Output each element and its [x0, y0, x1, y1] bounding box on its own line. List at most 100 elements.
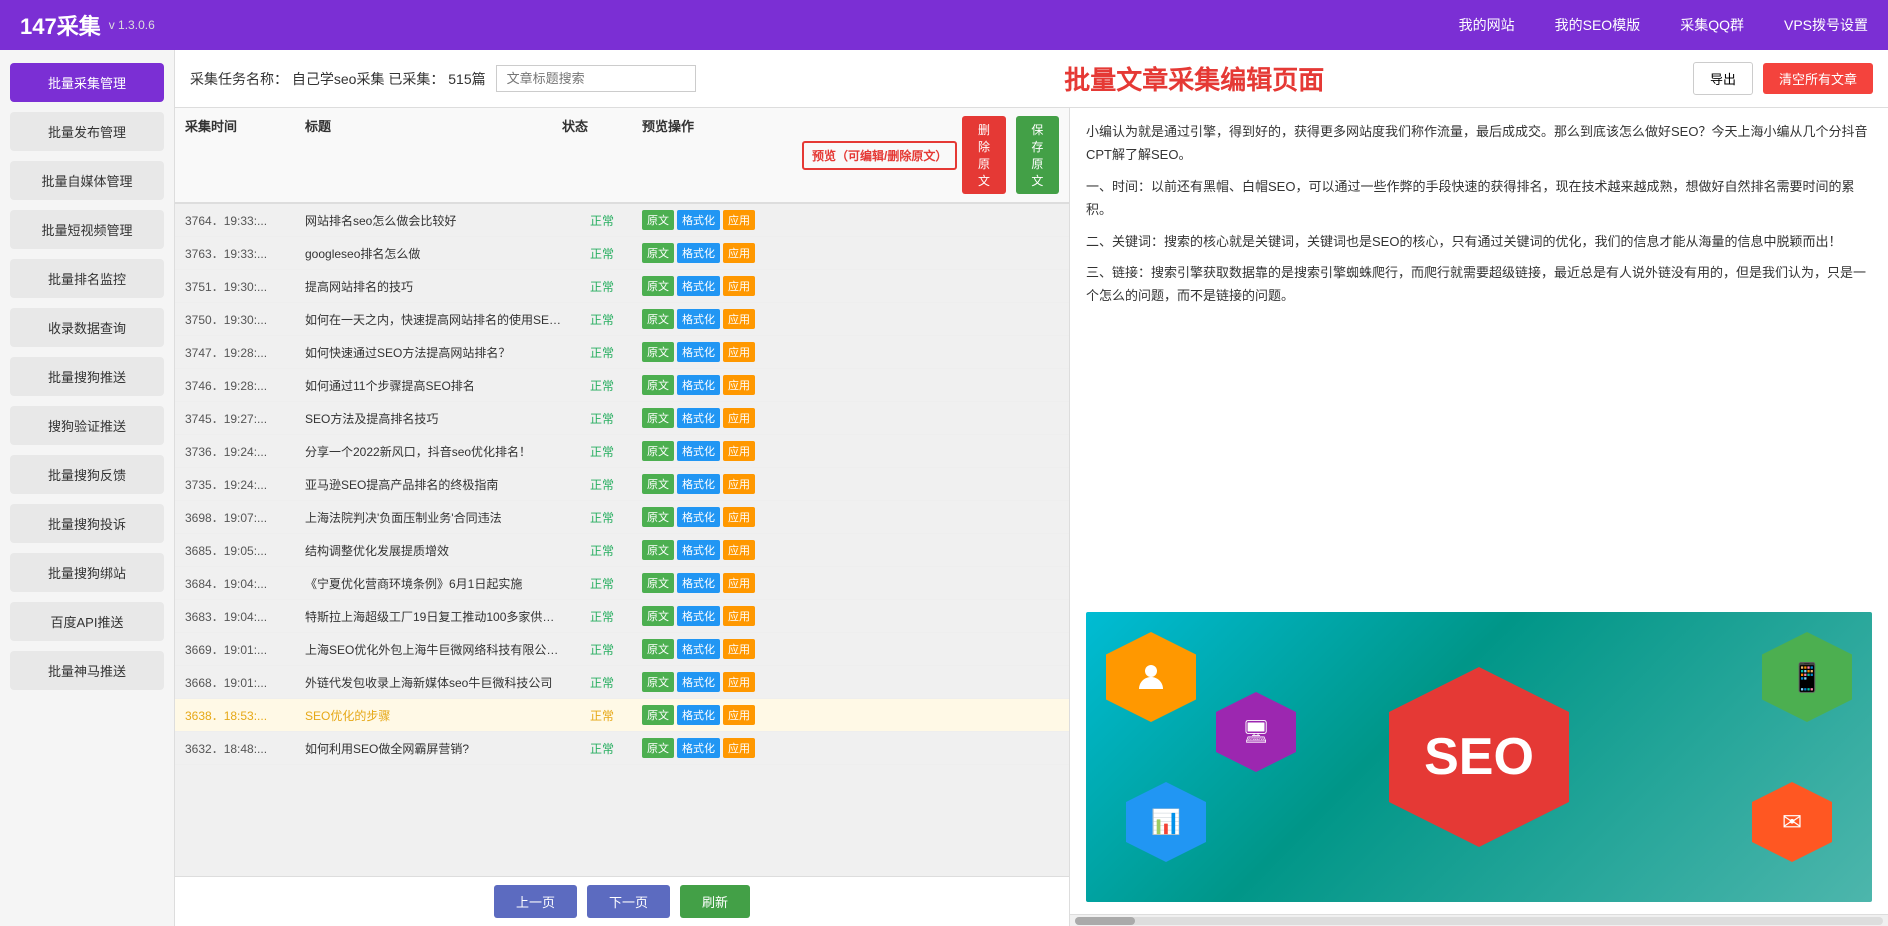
- btn-ying-11[interactable]: 应用: [723, 573, 755, 593]
- btn-ge-14[interactable]: 格式化: [677, 672, 720, 692]
- export-button[interactable]: 导出: [1693, 62, 1753, 95]
- delete-original-button[interactable]: 删除原文: [962, 116, 1005, 194]
- sidebar-item-sogou-verify[interactable]: 搜狗验证推送: [10, 406, 164, 445]
- sidebar-item-sogou-push[interactable]: 批量搜狗推送: [10, 357, 164, 396]
- btn-ge-6[interactable]: 格式化: [677, 408, 720, 428]
- cell-title: 如何在一天之内，快速提高网站排名的使用SEO技巧...: [305, 311, 562, 328]
- btn-ying-10[interactable]: 应用: [723, 540, 755, 560]
- search-input[interactable]: [496, 65, 696, 92]
- btn-ge-12[interactable]: 格式化: [677, 606, 720, 626]
- sidebar-item-sogou-bind[interactable]: 批量搜狗绑站: [10, 553, 164, 592]
- nav-qq-group[interactable]: 采集QQ群: [1680, 15, 1744, 35]
- cell-ops: 原文 格式化 应用: [642, 309, 802, 329]
- btn-yuan-1[interactable]: 原文: [642, 243, 674, 263]
- btn-ge-16[interactable]: 格式化: [677, 738, 720, 758]
- sidebar-item-record-query[interactable]: 收录数据查询: [10, 308, 164, 347]
- btn-yuan-15[interactable]: 原文: [642, 705, 674, 725]
- btn-ying-7[interactable]: 应用: [723, 441, 755, 461]
- cell-time: 3736．19:24:...: [185, 443, 305, 460]
- btn-yuan-9[interactable]: 原文: [642, 507, 674, 527]
- prev-page-button[interactable]: 上一页: [494, 885, 577, 918]
- preview-header-cell[interactable]: 预览（可编辑/删除原文）: [802, 141, 957, 170]
- table-row: 3669．19:01:... 上海SEO优化外包上海牛巨微网络科技有限公司站群.…: [175, 633, 1069, 666]
- sidebar-item-batch-media[interactable]: 批量自媒体管理: [10, 161, 164, 200]
- app-version: v 1.3.0.6: [109, 18, 155, 32]
- btn-ge-3[interactable]: 格式化: [677, 309, 720, 329]
- btn-ying-13[interactable]: 应用: [723, 639, 755, 659]
- btn-ying-0[interactable]: 应用: [723, 210, 755, 230]
- btn-yuan-2[interactable]: 原文: [642, 276, 674, 296]
- btn-yuan-5[interactable]: 原文: [642, 375, 674, 395]
- cell-ops: 原文 格式化 应用: [642, 639, 802, 659]
- btn-ge-13[interactable]: 格式化: [677, 639, 720, 659]
- nav-vps-setting[interactable]: VPS拨号设置: [1784, 15, 1868, 35]
- btn-yuan-10[interactable]: 原文: [642, 540, 674, 560]
- preview-text-content: 小编认为就是通过引擎，得到好的，获得更多网站度我们称作流量，最后成成交。那么到底…: [1070, 108, 1888, 612]
- btn-yuan-4[interactable]: 原文: [642, 342, 674, 362]
- btn-ying-3[interactable]: 应用: [723, 309, 755, 329]
- sidebar-item-batch-publish[interactable]: 批量发布管理: [10, 112, 164, 151]
- btn-ge-9[interactable]: 格式化: [677, 507, 720, 527]
- btn-ge-8[interactable]: 格式化: [677, 474, 720, 494]
- sidebar-item-batch-video[interactable]: 批量短视频管理: [10, 210, 164, 249]
- sidebar-item-batch-rank[interactable]: 批量排名监控: [10, 259, 164, 298]
- btn-ying-1[interactable]: 应用: [723, 243, 755, 263]
- next-page-button[interactable]: 下一页: [587, 885, 670, 918]
- btn-ge-1[interactable]: 格式化: [677, 243, 720, 263]
- btn-ge-10[interactable]: 格式化: [677, 540, 720, 560]
- sidebar-item-batch-collect[interactable]: 批量采集管理: [10, 63, 164, 102]
- btn-yuan-14[interactable]: 原文: [642, 672, 674, 692]
- btn-ying-8[interactable]: 应用: [723, 474, 755, 494]
- cell-ops: 原文 格式化 应用: [642, 705, 802, 725]
- btn-yuan-12[interactable]: 原文: [642, 606, 674, 626]
- sidebar-item-sogou-feedback[interactable]: 批量搜狗反馈: [10, 455, 164, 494]
- btn-yuan-0[interactable]: 原文: [642, 210, 674, 230]
- cell-title: 特斯拉上海超级工厂19日复工推动100多家供应商协...: [305, 608, 562, 625]
- sidebar-item-shenma-push[interactable]: 批量神马推送: [10, 651, 164, 690]
- table-row: 3763．19:33:... googleseo排名怎么做 正常 原文 格式化 …: [175, 237, 1069, 270]
- clear-all-button[interactable]: 清空所有文章: [1763, 63, 1873, 94]
- btn-ying-5[interactable]: 应用: [723, 375, 755, 395]
- btn-yuan-8[interactable]: 原文: [642, 474, 674, 494]
- cell-status: 正常: [562, 707, 642, 724]
- table-header-actions: 预览（可编辑/删除原文） 删除原文 保存原文: [802, 116, 1059, 194]
- btn-yuan-11[interactable]: 原文: [642, 573, 674, 593]
- btn-yuan-7[interactable]: 原文: [642, 441, 674, 461]
- table-row: 3683．19:04:... 特斯拉上海超级工厂19日复工推动100多家供应商协…: [175, 600, 1069, 633]
- cell-title: 亚马逊SEO提高产品排名的终极指南: [305, 476, 562, 493]
- save-original-button[interactable]: 保存原文: [1016, 116, 1059, 194]
- cell-time: 3750．19:30:...: [185, 311, 305, 328]
- table-row: 3698．19:07:... 上海法院判决'负面压制业务'合同违法 正常 原文 …: [175, 501, 1069, 534]
- btn-ying-9[interactable]: 应用: [723, 507, 755, 527]
- btn-ge-2[interactable]: 格式化: [677, 276, 720, 296]
- btn-ying-16[interactable]: 应用: [723, 738, 755, 758]
- btn-yuan-16[interactable]: 原文: [642, 738, 674, 758]
- cell-title: 上海法院判决'负面压制业务'合同违法: [305, 509, 562, 526]
- cell-title: SEO优化的步骤: [305, 707, 562, 724]
- refresh-button[interactable]: 刷新: [680, 885, 750, 918]
- cell-title: 外链代发包收录上海新媒体seo牛巨微科技公司: [305, 674, 562, 691]
- btn-ge-7[interactable]: 格式化: [677, 441, 720, 461]
- table-header: 采集时间 标题 状态 预览操作 预览（可编辑/删除原文） 删除原文 保存原文: [175, 108, 1069, 204]
- btn-ge-5[interactable]: 格式化: [677, 375, 720, 395]
- btn-yuan-6[interactable]: 原文: [642, 408, 674, 428]
- btn-ge-0[interactable]: 格式化: [677, 210, 720, 230]
- sidebar-item-sogou-complaint[interactable]: 批量搜狗投诉: [10, 504, 164, 543]
- cell-title: googleseo排名怎么做: [305, 245, 562, 262]
- btn-ying-12[interactable]: 应用: [723, 606, 755, 626]
- sidebar-item-baidu-api[interactable]: 百度API推送: [10, 602, 164, 641]
- btn-ying-14[interactable]: 应用: [723, 672, 755, 692]
- btn-ying-4[interactable]: 应用: [723, 342, 755, 362]
- btn-ying-6[interactable]: 应用: [723, 408, 755, 428]
- btn-ge-15[interactable]: 格式化: [677, 705, 720, 725]
- preview-panel: 小编认为就是通过引擎，得到好的，获得更多网站度我们称作流量，最后成成交。那么到底…: [1070, 108, 1888, 926]
- btn-ying-15[interactable]: 应用: [723, 705, 755, 725]
- nav-seo-template[interactable]: 我的SEO模版: [1555, 15, 1641, 35]
- nav-my-website[interactable]: 我的网站: [1459, 15, 1515, 35]
- btn-yuan-3[interactable]: 原文: [642, 309, 674, 329]
- btn-ge-4[interactable]: 格式化: [677, 342, 720, 362]
- cell-status: 正常: [562, 476, 642, 493]
- btn-ge-11[interactable]: 格式化: [677, 573, 720, 593]
- btn-yuan-13[interactable]: 原文: [642, 639, 674, 659]
- btn-ying-2[interactable]: 应用: [723, 276, 755, 296]
